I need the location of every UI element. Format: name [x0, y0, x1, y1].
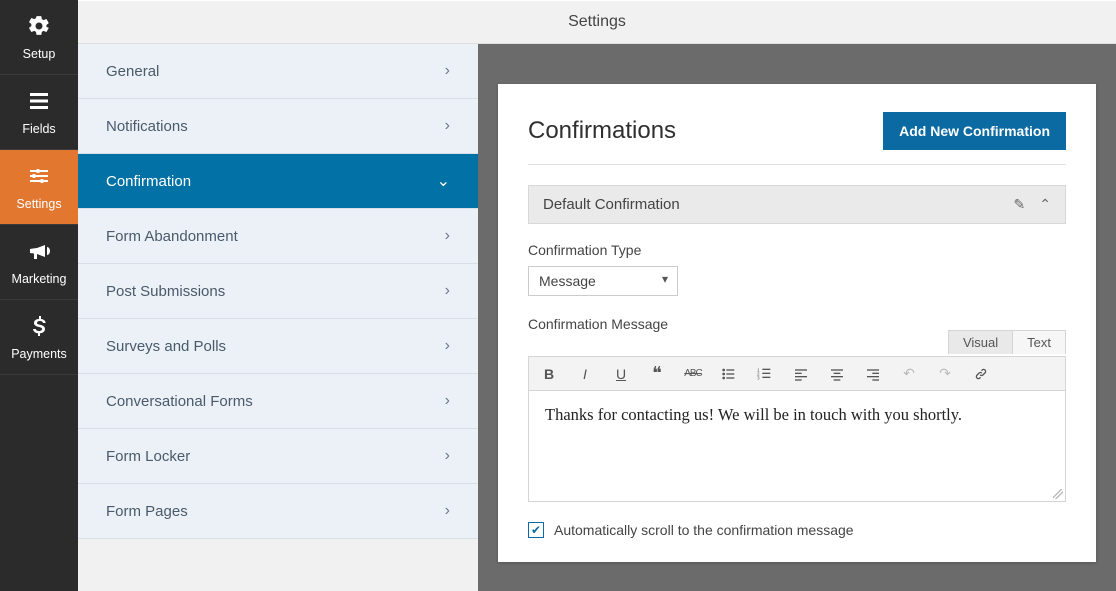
chevron-right-icon: › [445, 282, 450, 300]
section-header-actions: ✎ ⌃ [1014, 196, 1051, 213]
link-icon[interactable] [971, 366, 991, 382]
edit-icon[interactable]: ✎ [1014, 196, 1026, 213]
collapse-icon[interactable]: ⌃ [1039, 196, 1051, 213]
redo-icon[interactable]: ↷ [935, 365, 955, 382]
align-right-icon[interactable] [863, 366, 883, 382]
settings-item-post-submissions[interactable]: Post Submissions › [78, 264, 478, 319]
chevron-right-icon: › [445, 502, 450, 520]
confirmation-type-select-wrap: Message [528, 266, 678, 296]
panel-title: Confirmations [528, 117, 676, 145]
bold-icon[interactable]: B [539, 366, 559, 382]
settings-item-label: Post Submissions [106, 283, 225, 300]
chevron-right-icon: › [445, 392, 450, 410]
resize-handle-icon[interactable] [1053, 489, 1063, 499]
chevron-right-icon: › [445, 447, 450, 465]
settings-item-label: Form Locker [106, 448, 190, 465]
settings-item-label: Form Abandonment [106, 228, 238, 245]
sidebar-item-label: Settings [16, 197, 61, 211]
add-new-confirmation-button[interactable]: Add New Confirmation [883, 112, 1066, 150]
settings-item-form-locker[interactable]: Form Locker › [78, 429, 478, 484]
blockquote-icon[interactable]: ❝ [647, 363, 667, 384]
editor-tab-visual[interactable]: Visual [948, 330, 1013, 354]
underline-icon[interactable]: U [611, 366, 631, 382]
editor-toolbar: B I U ❝ ABC 123 [529, 357, 1065, 391]
editor-content-area[interactable]: Thanks for contacting us! We will be in … [529, 391, 1065, 501]
settings-item-conversational-forms[interactable]: Conversational Forms › [78, 374, 478, 429]
confirmations-panel: Confirmations Add New Confirmation Defau… [498, 84, 1096, 562]
editor-tabs: Visual Text [949, 330, 1066, 354]
sidebar-item-marketing[interactable]: Marketing [0, 225, 78, 300]
sidebar-item-label: Fields [22, 122, 55, 136]
sliders-icon [27, 164, 51, 191]
undo-icon[interactable]: ↶ [899, 365, 919, 382]
confirmation-type-label: Confirmation Type [528, 242, 1066, 258]
primary-sidebar: Setup Fields Settings Marketing Payments [0, 0, 78, 591]
settings-nav-list: General › Notifications › Confirmation ⌄… [78, 44, 478, 539]
editor-tab-text[interactable]: Text [1012, 330, 1066, 354]
sidebar-item-payments[interactable]: Payments [0, 300, 78, 375]
page-header: Settings [78, 0, 1116, 44]
sidebar-item-label: Setup [23, 47, 56, 61]
settings-item-label: Form Pages [106, 503, 188, 520]
settings-item-label: Surveys and Polls [106, 338, 226, 355]
chevron-right-icon: › [445, 117, 450, 135]
dollar-icon [27, 314, 51, 341]
autoscroll-checkbox[interactable]: ✔ [528, 522, 544, 538]
confirmation-section-header[interactable]: Default Confirmation ✎ ⌃ [528, 185, 1066, 224]
section-title: Default Confirmation [543, 196, 680, 213]
sidebar-item-label: Marketing [12, 272, 67, 286]
settings-item-form-pages[interactable]: Form Pages › [78, 484, 478, 539]
content-pane: Confirmations Add New Confirmation Defau… [478, 0, 1116, 591]
align-center-icon[interactable] [827, 366, 847, 382]
bullhorn-icon [27, 239, 51, 266]
editor-text: Thanks for contacting us! We will be in … [545, 405, 962, 424]
settings-item-surveys-polls[interactable]: Surveys and Polls › [78, 319, 478, 374]
settings-item-general[interactable]: General › [78, 44, 478, 99]
sidebar-item-fields[interactable]: Fields [0, 75, 78, 150]
settings-item-notifications[interactable]: Notifications › [78, 99, 478, 154]
sidebar-item-label: Payments [11, 347, 67, 361]
sidebar-item-setup[interactable]: Setup [0, 0, 78, 75]
settings-item-label: Notifications [106, 118, 188, 135]
autoscroll-row: ✔ Automatically scroll to the confirmati… [528, 522, 1066, 538]
gear-icon [27, 14, 51, 41]
settings-item-label: Confirmation [106, 173, 191, 190]
confirmation-type-select[interactable]: Message [528, 266, 678, 296]
panel-header: Confirmations Add New Confirmation [528, 112, 1066, 165]
ordered-list-icon[interactable]: 123 [755, 366, 775, 382]
settings-nav-column: General › Notifications › Confirmation ⌄… [78, 0, 478, 591]
bullet-list-icon[interactable] [719, 366, 739, 382]
align-left-icon[interactable] [791, 366, 811, 382]
rich-text-editor: B I U ❝ ABC 123 [528, 356, 1066, 502]
chevron-right-icon: › [445, 227, 450, 245]
chevron-down-icon: ⌄ [437, 171, 450, 191]
settings-item-label: General [106, 63, 159, 80]
settings-item-label: Conversational Forms [106, 393, 253, 410]
autoscroll-label: Automatically scroll to the confirmation… [554, 522, 854, 538]
settings-item-form-abandonment[interactable]: Form Abandonment › [78, 209, 478, 264]
svg-text:3: 3 [757, 375, 760, 380]
settings-item-confirmation[interactable]: Confirmation ⌄ [78, 154, 478, 209]
page-title: Settings [568, 13, 626, 31]
strikethrough-icon[interactable]: ABC [683, 368, 703, 379]
chevron-right-icon: › [445, 337, 450, 355]
list-icon [27, 89, 51, 116]
sidebar-item-settings[interactable]: Settings [0, 150, 78, 225]
chevron-right-icon: › [445, 62, 450, 80]
editor-wrap: Visual Text B I U ❝ ABC 123 [528, 356, 1066, 502]
italic-icon[interactable]: I [575, 366, 595, 382]
